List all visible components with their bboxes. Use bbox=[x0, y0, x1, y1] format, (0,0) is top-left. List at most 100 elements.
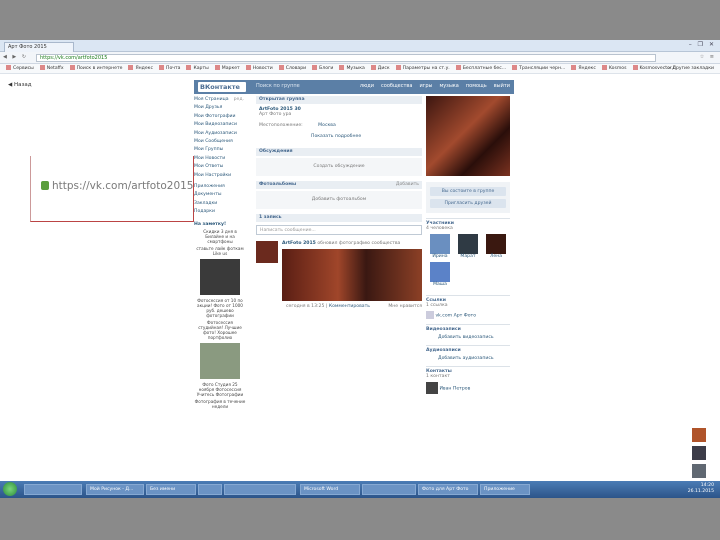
bookmark-item[interactable]: Почта bbox=[158, 64, 181, 73]
post-avatar[interactable] bbox=[256, 241, 278, 263]
left-menu-item[interactable]: Моя Страница ред. bbox=[194, 96, 246, 104]
left-menu-item[interactable]: Документы bbox=[194, 191, 246, 199]
ad-text[interactable]: Скидки 3 дня в Билайне и на смартфоны bbox=[194, 229, 246, 244]
bookmark-item[interactable]: Маркет bbox=[214, 64, 240, 73]
bookmark-item[interactable]: Диск bbox=[370, 64, 390, 73]
start-button[interactable] bbox=[3, 482, 17, 496]
left-menu-item[interactable]: Мои Группы bbox=[194, 146, 246, 154]
bookmark-item[interactable]: Музыка bbox=[339, 64, 365, 73]
left-menu-item[interactable]: Мои Настройки bbox=[194, 172, 246, 180]
add-video-button[interactable]: Добавить видеозапись bbox=[438, 335, 510, 340]
field-value[interactable]: Москва bbox=[318, 123, 336, 128]
topnav-link[interactable]: помощь bbox=[466, 83, 487, 89]
member-card[interactable]: Лена bbox=[484, 234, 508, 259]
browser-tab[interactable]: Арт Фото 2015 bbox=[4, 42, 74, 52]
topnav-link[interactable]: выйти bbox=[494, 83, 510, 89]
bookmark-item[interactable]: Netaffx bbox=[39, 64, 64, 73]
bookmark-item[interactable]: Яндекс bbox=[128, 64, 153, 73]
left-menu-item[interactable]: Мои Друзья bbox=[194, 104, 246, 112]
ad-text[interactable]: Фотосессия студийная! Лучшие фото! Хорош… bbox=[194, 320, 246, 340]
ad-image[interactable] bbox=[200, 343, 240, 380]
bookmark-label: Бесплатные бес... bbox=[462, 66, 507, 71]
bookmark-item[interactable]: Поиск в интернете bbox=[69, 64, 122, 73]
show-more-link[interactable]: Показать подробнее bbox=[311, 134, 419, 139]
bookmark-item[interactable]: Kosmos bbox=[601, 64, 627, 73]
member-card[interactable]: Маша bbox=[428, 262, 452, 287]
add-album-button[interactable]: Добавить фотоальбом bbox=[256, 191, 422, 209]
member-avatar[interactable] bbox=[486, 234, 506, 254]
bookmark-label: Netaffx bbox=[46, 66, 64, 71]
bookmark-item[interactable]: Карты bbox=[186, 64, 209, 73]
taskbar-item[interactable]: Microsoft Word bbox=[300, 484, 360, 495]
contact-avatar[interactable] bbox=[426, 382, 438, 394]
other-bookmarks[interactable]: » Другие закладки bbox=[668, 64, 714, 73]
taskbar-item[interactable] bbox=[224, 484, 296, 495]
taskbar-item[interactable] bbox=[24, 484, 82, 495]
member-card[interactable]: Марат bbox=[456, 234, 480, 259]
bookmark-item[interactable]: Трансляции черн... bbox=[512, 64, 565, 73]
left-menu-item[interactable]: Мои Аудиозаписи bbox=[194, 130, 246, 138]
bookmark-item[interactable]: Словари bbox=[278, 64, 306, 73]
vk-logo[interactable]: ВКонтакте bbox=[198, 82, 246, 92]
bookmark-item[interactable]: Блоги bbox=[312, 64, 333, 73]
thumbnail[interactable] bbox=[692, 428, 706, 442]
contact-name[interactable]: Иван Петров bbox=[439, 387, 470, 392]
member-avatar[interactable] bbox=[430, 262, 450, 282]
taskbar-item[interactable]: Фото для Арт Фото bbox=[418, 484, 478, 495]
post-author[interactable]: ArtFoto 2015 bbox=[282, 241, 316, 246]
left-menu-item[interactable]: Мои Новости bbox=[194, 155, 246, 163]
bookmark-item[interactable]: Яндекс bbox=[571, 64, 596, 73]
ad-image[interactable] bbox=[200, 259, 240, 296]
topnav-link[interactable]: музыка bbox=[439, 83, 458, 89]
comment-link[interactable]: Комментировать bbox=[329, 304, 370, 309]
post-photo[interactable] bbox=[282, 249, 422, 301]
browser-titlebar: Арт Фото 2015 – ❐ ✕ bbox=[0, 40, 720, 52]
member-card[interactable]: Ирина bbox=[428, 234, 452, 259]
left-menu-item[interactable]: Мои Видеозаписи bbox=[194, 121, 246, 129]
taskbar-item[interactable]: Мой Рисунок - Д... bbox=[86, 484, 144, 495]
ad-text[interactable]: Фотосессия от 10 по акции! Фото от 1000 … bbox=[194, 298, 246, 318]
left-menu-item[interactable]: Приложения bbox=[194, 183, 246, 191]
left-menu-item[interactable]: Мои Сообщения bbox=[194, 138, 246, 146]
left-menu-item[interactable]: Мои Фотографии bbox=[194, 113, 246, 121]
taskbar-item[interactable] bbox=[198, 484, 222, 495]
taskbar-item[interactable]: Без имени bbox=[146, 484, 196, 495]
window-controls[interactable]: – ❐ ✕ bbox=[689, 41, 716, 48]
topnav-link[interactable]: игры bbox=[419, 83, 432, 89]
join-group-button[interactable]: Вы состоите в группе bbox=[430, 187, 506, 196]
thumbnail[interactable] bbox=[692, 464, 706, 478]
nav-buttons[interactable]: ◀ ▶ ↻ bbox=[3, 54, 28, 60]
audio-title[interactable]: Аудиозаписи bbox=[426, 348, 510, 353]
wall-input[interactable]: Написать сообщение... bbox=[256, 225, 422, 235]
left-menu-item[interactable]: Закладки bbox=[194, 200, 246, 208]
bookmark-item[interactable]: Параметры на ст.у. bbox=[395, 64, 450, 73]
group-cover-photo[interactable] bbox=[426, 96, 510, 176]
invite-friends-button[interactable]: Пригласить друзей bbox=[430, 199, 506, 208]
url-input[interactable]: https://vk.com/artfoto2015 bbox=[36, 54, 656, 62]
ad-text[interactable]: Фотография в течение недели bbox=[194, 399, 246, 409]
like-button[interactable]: Мне нравится bbox=[388, 304, 422, 309]
taskbar-item[interactable] bbox=[362, 484, 416, 495]
videos-title[interactable]: Видеозаписи bbox=[426, 327, 510, 332]
browser-tools-icon[interactable]: ☆ ≡ bbox=[700, 54, 716, 60]
left-menu-item[interactable]: Подарки bbox=[194, 208, 246, 216]
ad-text[interactable]: Фото Студия 25 ноября Фотосессия Учитесь… bbox=[194, 382, 246, 397]
bookmark-label: Почта bbox=[165, 66, 181, 71]
topnav-link[interactable]: сообщества bbox=[381, 83, 412, 89]
bookmark-item[interactable]: Сервисы bbox=[6, 64, 34, 73]
ad-text[interactable]: ставьте лайк фоткам Like us bbox=[194, 246, 246, 256]
back-link[interactable]: ◀ Назад bbox=[8, 82, 32, 88]
member-avatar[interactable] bbox=[458, 234, 478, 254]
vk-search[interactable]: Поиск по группе bbox=[256, 83, 300, 89]
create-discussion-button[interactable]: Создать обсуждение bbox=[256, 158, 422, 176]
taskbar-item[interactable]: Приложение bbox=[480, 484, 530, 495]
link-name[interactable]: vk.com Арт Фото bbox=[435, 314, 476, 319]
thumbnail[interactable] bbox=[692, 446, 706, 460]
bookmark-item[interactable]: Новости bbox=[245, 64, 273, 73]
left-menu-item[interactable]: Мои Ответы bbox=[194, 163, 246, 171]
member-avatar[interactable] bbox=[430, 234, 450, 254]
add-audio-button[interactable]: Добавить аудиозапись bbox=[438, 356, 510, 361]
topnav-link[interactable]: люди bbox=[360, 83, 374, 89]
bookmark-item[interactable]: Бесплатные бес... bbox=[455, 64, 507, 73]
edit-link[interactable]: ред. bbox=[234, 96, 244, 104]
